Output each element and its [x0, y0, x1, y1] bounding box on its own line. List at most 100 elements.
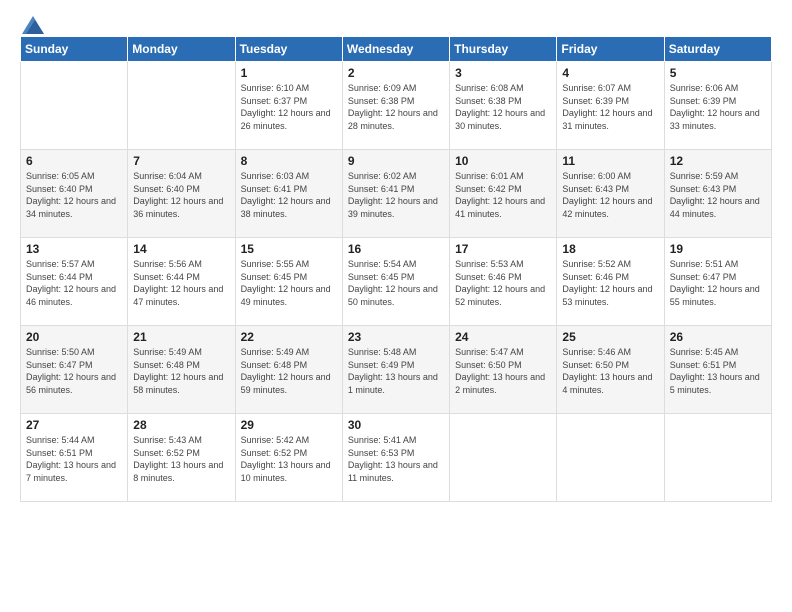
day-info: Sunrise: 5:50 AMSunset: 6:47 PMDaylight:… — [26, 346, 122, 396]
day-info: Sunrise: 5:51 AMSunset: 6:47 PMDaylight:… — [670, 258, 766, 308]
day-info: Sunrise: 5:55 AMSunset: 6:45 PMDaylight:… — [241, 258, 337, 308]
day-number: 16 — [348, 242, 444, 256]
day-cell: 19 Sunrise: 5:51 AMSunset: 6:47 PMDayligh… — [664, 238, 771, 326]
day-number: 30 — [348, 418, 444, 432]
day-cell: 22 Sunrise: 5:49 AMSunset: 6:48 PMDayligh… — [235, 326, 342, 414]
weekday-header-row: SundayMondayTuesdayWednesdayThursdayFrid… — [21, 37, 772, 62]
week-row-0: 1 Sunrise: 6:10 AMSunset: 6:37 PMDaylight… — [21, 62, 772, 150]
day-info: Sunrise: 5:44 AMSunset: 6:51 PMDaylight:… — [26, 434, 122, 484]
day-cell — [21, 62, 128, 150]
day-cell — [450, 414, 557, 502]
day-info: Sunrise: 6:06 AMSunset: 6:39 PMDaylight:… — [670, 82, 766, 132]
day-number: 10 — [455, 154, 551, 168]
day-cell: 20 Sunrise: 5:50 AMSunset: 6:47 PMDayligh… — [21, 326, 128, 414]
day-cell: 27 Sunrise: 5:44 AMSunset: 6:51 PMDayligh… — [21, 414, 128, 502]
logo-icon — [22, 16, 44, 34]
day-cell: 4 Sunrise: 6:07 AMSunset: 6:39 PMDaylight… — [557, 62, 664, 150]
day-cell: 16 Sunrise: 5:54 AMSunset: 6:45 PMDayligh… — [342, 238, 449, 326]
day-number: 14 — [133, 242, 229, 256]
week-row-2: 13 Sunrise: 5:57 AMSunset: 6:44 PMDayligh… — [21, 238, 772, 326]
day-cell: 24 Sunrise: 5:47 AMSunset: 6:50 PMDayligh… — [450, 326, 557, 414]
day-cell — [557, 414, 664, 502]
day-info: Sunrise: 6:02 AMSunset: 6:41 PMDaylight:… — [348, 170, 444, 220]
day-info: Sunrise: 6:03 AMSunset: 6:41 PMDaylight:… — [241, 170, 337, 220]
day-number: 3 — [455, 66, 551, 80]
day-info: Sunrise: 6:10 AMSunset: 6:37 PMDaylight:… — [241, 82, 337, 132]
day-cell: 30 Sunrise: 5:41 AMSunset: 6:53 PMDayligh… — [342, 414, 449, 502]
day-number: 27 — [26, 418, 122, 432]
day-cell: 25 Sunrise: 5:46 AMSunset: 6:50 PMDayligh… — [557, 326, 664, 414]
day-info: Sunrise: 6:07 AMSunset: 6:39 PMDaylight:… — [562, 82, 658, 132]
day-number: 18 — [562, 242, 658, 256]
day-number: 21 — [133, 330, 229, 344]
logo — [20, 16, 44, 30]
day-cell: 12 Sunrise: 5:59 AMSunset: 6:43 PMDayligh… — [664, 150, 771, 238]
weekday-thursday: Thursday — [450, 37, 557, 62]
day-number: 28 — [133, 418, 229, 432]
week-row-4: 27 Sunrise: 5:44 AMSunset: 6:51 PMDayligh… — [21, 414, 772, 502]
day-cell: 28 Sunrise: 5:43 AMSunset: 6:52 PMDayligh… — [128, 414, 235, 502]
weekday-tuesday: Tuesday — [235, 37, 342, 62]
day-info: Sunrise: 6:05 AMSunset: 6:40 PMDaylight:… — [26, 170, 122, 220]
day-number: 22 — [241, 330, 337, 344]
weekday-friday: Friday — [557, 37, 664, 62]
day-info: Sunrise: 6:00 AMSunset: 6:43 PMDaylight:… — [562, 170, 658, 220]
day-info: Sunrise: 5:49 AMSunset: 6:48 PMDaylight:… — [241, 346, 337, 396]
day-number: 25 — [562, 330, 658, 344]
day-cell: 6Sunrise: 6:05 AMSunset: 6:40 PMDaylight… — [21, 150, 128, 238]
week-row-3: 20 Sunrise: 5:50 AMSunset: 6:47 PMDayligh… — [21, 326, 772, 414]
calendar: SundayMondayTuesdayWednesdayThursdayFrid… — [20, 36, 772, 502]
day-info: Sunrise: 6:08 AMSunset: 6:38 PMDaylight:… — [455, 82, 551, 132]
day-number: 11 — [562, 154, 658, 168]
day-number: 20 — [26, 330, 122, 344]
day-cell: 13 Sunrise: 5:57 AMSunset: 6:44 PMDayligh… — [21, 238, 128, 326]
day-info: Sunrise: 5:42 AMSunset: 6:52 PMDaylight:… — [241, 434, 337, 484]
day-number: 5 — [670, 66, 766, 80]
day-info: Sunrise: 5:48 AMSunset: 6:49 PMDaylight:… — [348, 346, 444, 396]
day-info: Sunrise: 6:04 AMSunset: 6:40 PMDaylight:… — [133, 170, 229, 220]
week-row-1: 6Sunrise: 6:05 AMSunset: 6:40 PMDaylight… — [21, 150, 772, 238]
day-number: 29 — [241, 418, 337, 432]
day-info: Sunrise: 5:56 AMSunset: 6:44 PMDaylight:… — [133, 258, 229, 308]
day-number: 7 — [133, 154, 229, 168]
day-number: 19 — [670, 242, 766, 256]
day-number: 17 — [455, 242, 551, 256]
day-cell: 10 Sunrise: 6:01 AMSunset: 6:42 PMDayligh… — [450, 150, 557, 238]
day-info: Sunrise: 6:09 AMSunset: 6:38 PMDaylight:… — [348, 82, 444, 132]
day-number: 23 — [348, 330, 444, 344]
day-cell: 9 Sunrise: 6:02 AMSunset: 6:41 PMDaylight… — [342, 150, 449, 238]
day-number: 13 — [26, 242, 122, 256]
day-info: Sunrise: 5:59 AMSunset: 6:43 PMDaylight:… — [670, 170, 766, 220]
day-cell: 15 Sunrise: 5:55 AMSunset: 6:45 PMDayligh… — [235, 238, 342, 326]
day-cell: 29 Sunrise: 5:42 AMSunset: 6:52 PMDayligh… — [235, 414, 342, 502]
weekday-saturday: Saturday — [664, 37, 771, 62]
day-cell: 1 Sunrise: 6:10 AMSunset: 6:37 PMDaylight… — [235, 62, 342, 150]
day-number: 26 — [670, 330, 766, 344]
day-info: Sunrise: 5:49 AMSunset: 6:48 PMDaylight:… — [133, 346, 229, 396]
day-info: Sunrise: 5:46 AMSunset: 6:50 PMDaylight:… — [562, 346, 658, 396]
day-cell: 7 Sunrise: 6:04 AMSunset: 6:40 PMDaylight… — [128, 150, 235, 238]
day-info: Sunrise: 5:47 AMSunset: 6:50 PMDaylight:… — [455, 346, 551, 396]
day-cell — [664, 414, 771, 502]
day-info: Sunrise: 5:54 AMSunset: 6:45 PMDaylight:… — [348, 258, 444, 308]
day-number: 9 — [348, 154, 444, 168]
day-number: 8 — [241, 154, 337, 168]
day-info: Sunrise: 6:01 AMSunset: 6:42 PMDaylight:… — [455, 170, 551, 220]
day-info: Sunrise: 5:45 AMSunset: 6:51 PMDaylight:… — [670, 346, 766, 396]
day-cell: 23 Sunrise: 5:48 AMSunset: 6:49 PMDayligh… — [342, 326, 449, 414]
day-info: Sunrise: 5:57 AMSunset: 6:44 PMDaylight:… — [26, 258, 122, 308]
day-info: Sunrise: 5:43 AMSunset: 6:52 PMDaylight:… — [133, 434, 229, 484]
day-cell: 3 Sunrise: 6:08 AMSunset: 6:38 PMDaylight… — [450, 62, 557, 150]
day-info: Sunrise: 5:53 AMSunset: 6:46 PMDaylight:… — [455, 258, 551, 308]
page: SundayMondayTuesdayWednesdayThursdayFrid… — [0, 0, 792, 612]
day-cell: 14 Sunrise: 5:56 AMSunset: 6:44 PMDayligh… — [128, 238, 235, 326]
day-info: Sunrise: 5:52 AMSunset: 6:46 PMDaylight:… — [562, 258, 658, 308]
day-cell: 17 Sunrise: 5:53 AMSunset: 6:46 PMDayligh… — [450, 238, 557, 326]
day-number: 24 — [455, 330, 551, 344]
day-number: 12 — [670, 154, 766, 168]
day-number: 4 — [562, 66, 658, 80]
day-cell: 11 Sunrise: 6:00 AMSunset: 6:43 PMDayligh… — [557, 150, 664, 238]
day-info: Sunrise: 5:41 AMSunset: 6:53 PMDaylight:… — [348, 434, 444, 484]
day-number: 15 — [241, 242, 337, 256]
day-number: 1 — [241, 66, 337, 80]
